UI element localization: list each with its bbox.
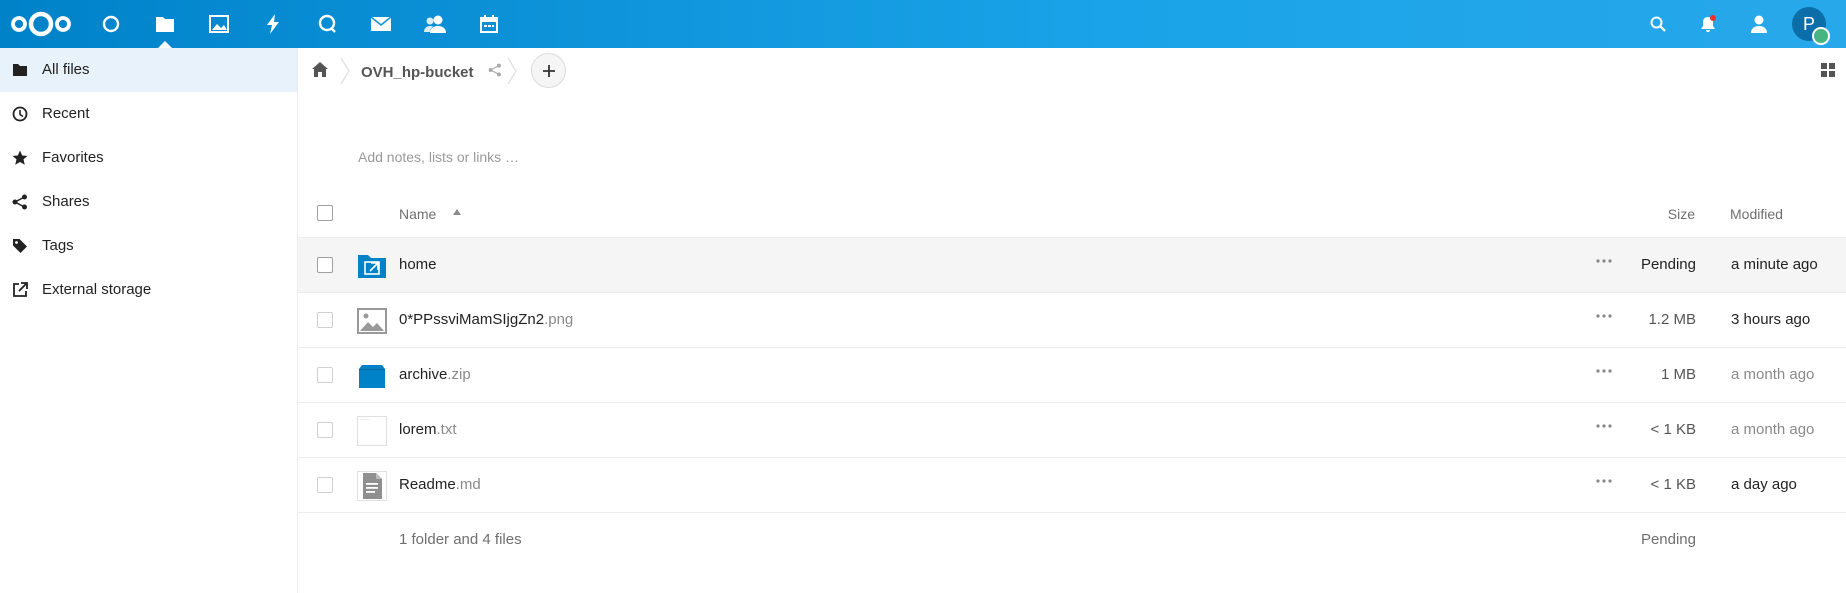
document-icon — [357, 471, 387, 501]
sidebar-item-label: Tags — [42, 237, 74, 254]
plus-icon — [542, 64, 555, 77]
activity-icon[interactable] — [246, 0, 300, 48]
more-actions-icon[interactable] — [1596, 424, 1612, 428]
more-actions-icon[interactable] — [1596, 314, 1612, 318]
row-checkbox[interactable] — [317, 477, 333, 493]
rich-workspace-notes[interactable]: Add notes, lists or links … — [358, 149, 519, 165]
column-header-size[interactable]: Size — [1668, 206, 1695, 222]
sidebar-item-shares[interactable]: Shares — [0, 180, 297, 224]
row-checkbox[interactable] — [317, 367, 333, 383]
online-status-badge — [1812, 27, 1830, 45]
file-extension: .txt — [436, 421, 457, 438]
select-all-checkbox[interactable] — [317, 205, 333, 221]
file-basename: 0*PPssviMamSIjgZn2 — [399, 311, 545, 328]
new-file-button[interactable] — [531, 53, 566, 88]
file-modified: a month ago — [1731, 366, 1815, 383]
file-name[interactable]: 0*PPssviMamSIjgZn2.png — [399, 311, 573, 328]
files-icon[interactable] — [138, 0, 192, 48]
grid-view-icon[interactable] — [1821, 63, 1835, 77]
file-modified: a minute ago — [1731, 256, 1818, 273]
file-basename: Readme — [399, 476, 456, 493]
clock-icon — [12, 106, 28, 122]
summary-size: Pending — [1640, 531, 1696, 548]
star-icon — [12, 150, 28, 165]
file-name[interactable]: home — [399, 256, 437, 273]
file-size: 1 MB — [1660, 366, 1696, 383]
sidebar-item-tags[interactable]: Tags — [0, 224, 297, 268]
file-modified: a day ago — [1731, 476, 1797, 493]
sidebar-item-all-files[interactable]: All files — [0, 48, 297, 92]
share-icon — [12, 194, 27, 210]
row-checkbox[interactable] — [317, 312, 333, 328]
contacts-menu-icon[interactable] — [1737, 0, 1781, 48]
file-extension: .zip — [447, 366, 471, 383]
nextcloud-logo[interactable] — [10, 9, 72, 39]
folder-icon — [13, 64, 27, 76]
column-header-modified[interactable]: Modified — [1730, 206, 1783, 222]
image-icon — [357, 308, 387, 334]
file-basename: home — [399, 256, 437, 273]
breadcrumb-separator — [340, 58, 350, 84]
sort-ascending-icon — [453, 209, 461, 215]
sidebar-item-label: Recent — [42, 105, 90, 122]
file-name[interactable]: archive.zip — [399, 366, 471, 383]
file-basename: lorem — [399, 421, 437, 438]
photos-icon[interactable] — [192, 0, 246, 48]
avatar[interactable]: P — [1792, 7, 1830, 45]
file-name[interactable]: Readme.md — [399, 476, 481, 493]
table-row[interactable]: home Pending a minute ago — [298, 238, 1846, 293]
file-size: 1.2 MB — [1648, 311, 1696, 328]
table-header: Name Size Modified — [298, 190, 1846, 238]
row-checkbox[interactable] — [317, 257, 333, 273]
sidebar-item-label: External storage — [42, 281, 152, 298]
external-icon — [13, 282, 28, 297]
tag-icon — [13, 239, 27, 253]
file-size: Pending — [1640, 256, 1696, 273]
file-modified: 3 hours ago — [1731, 311, 1811, 328]
file-modified: a month ago — [1731, 421, 1815, 438]
sidebar-item-label: All files — [42, 61, 90, 78]
archive-icon — [359, 365, 385, 388]
home-icon[interactable] — [312, 62, 328, 77]
column-header-name[interactable]: Name — [399, 206, 436, 222]
search-icon[interactable] — [1636, 0, 1680, 48]
app-navigation: All files Recent Favorites Shares Tags E… — [0, 48, 298, 593]
table-row[interactable]: archive.zip 1 MB a month ago — [298, 348, 1846, 403]
more-actions-icon[interactable] — [1596, 479, 1612, 483]
dashboard-icon[interactable] — [84, 0, 138, 48]
share-icon[interactable] — [488, 63, 502, 77]
table-row[interactable]: Readme.md < 1 KB a day ago — [298, 458, 1846, 513]
file-summary: 1 folder and 4 files Pending — [298, 513, 1846, 568]
file-name[interactable]: lorem.txt — [399, 421, 457, 438]
sidebar-item-label: Favorites — [42, 149, 104, 166]
calendar-icon[interactable] — [462, 0, 516, 48]
more-actions-icon[interactable] — [1596, 259, 1612, 263]
sidebar-item-label: Shares — [42, 193, 90, 210]
sidebar-item-external-storage[interactable]: External storage — [0, 268, 297, 312]
summary-text: 1 folder and 4 files — [399, 531, 522, 548]
file-list-table: Name Size Modified home Pending a minute… — [298, 190, 1846, 568]
mail-icon[interactable] — [354, 0, 408, 48]
external-folder-icon — [358, 255, 386, 278]
file-size: < 1 KB — [1650, 421, 1696, 438]
more-actions-icon[interactable] — [1596, 369, 1612, 373]
file-extension: .png — [544, 311, 574, 328]
text-file-icon — [357, 416, 387, 446]
sidebar-item-favorites[interactable]: Favorites — [0, 136, 297, 180]
row-checkbox[interactable] — [317, 422, 333, 438]
file-extension: .md — [455, 476, 481, 493]
notifications-icon[interactable] — [1686, 0, 1730, 48]
file-basename: archive — [399, 366, 448, 383]
table-row[interactable]: lorem.txt < 1 KB a month ago — [298, 403, 1846, 458]
breadcrumb-folder[interactable]: OVH_hp-bucket — [361, 64, 474, 81]
breadcrumb-separator — [507, 58, 517, 84]
talk-icon[interactable] — [300, 0, 354, 48]
top-header: P — [0, 0, 1846, 48]
contacts-icon[interactable] — [408, 0, 462, 48]
breadcrumb: OVH_hp-bucket — [298, 48, 1846, 94]
sidebar-item-recent[interactable]: Recent — [0, 92, 297, 136]
table-row[interactable]: 0*PPssviMamSIjgZn2.png 1.2 MB 3 hours ag… — [298, 293, 1846, 348]
file-size: < 1 KB — [1650, 476, 1696, 493]
